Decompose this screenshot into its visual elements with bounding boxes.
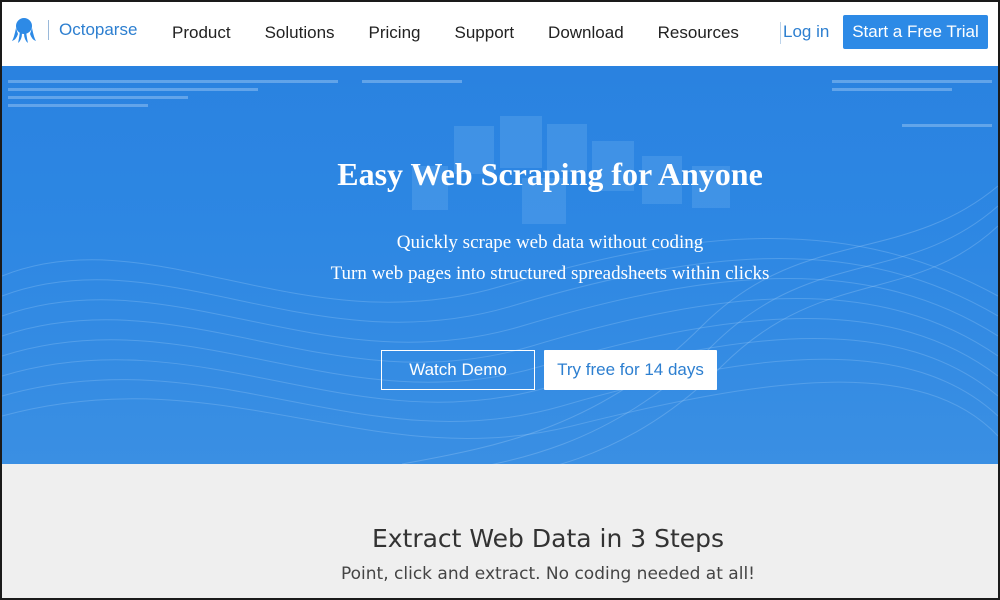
nav-link-pricing[interactable]: Pricing — [369, 23, 421, 43]
top-navbar: Octoparse Product Solutions Pricing Supp… — [2, 2, 998, 66]
nav-links: Product Solutions Pricing Support Downlo… — [157, 2, 773, 64]
hero-subtitle-line1: Quickly scrape web data without coding — [396, 232, 704, 253]
steps-section: Extract Web Data in 3 Steps Point, click… — [2, 464, 998, 598]
nav-link-solutions[interactable]: Solutions — [265, 23, 335, 43]
nav-link-download[interactable]: Download — [548, 23, 624, 43]
steps-title: Extract Web Data in 3 Steps — [371, 524, 725, 553]
start-free-trial-button[interactable]: Start a Free Trial — [843, 15, 988, 49]
hero-title: Easy Web Scraping for Anyone — [337, 156, 763, 192]
nav-link-support[interactable]: Support — [455, 23, 515, 43]
octopus-logo-icon — [12, 18, 36, 43]
hero-section: Easy Web Scraping for Anyone Quickly scr… — [2, 66, 998, 464]
nav-link-resources[interactable]: Resources — [658, 23, 739, 43]
steps-subtitle: Point, click and extract. No coding need… — [341, 564, 755, 584]
hero-subtitle-line2: Turn web pages into structured spreadshe… — [330, 263, 770, 284]
login-link[interactable]: Log in — [783, 22, 829, 42]
try-free-button[interactable]: Try free for 14 days — [544, 350, 717, 390]
page-frame: Octoparse Product Solutions Pricing Supp… — [0, 0, 1000, 600]
watch-demo-button[interactable]: Watch Demo — [381, 350, 535, 390]
logo[interactable]: Octoparse — [10, 16, 137, 44]
nav-divider — [780, 22, 781, 44]
logo-separator — [48, 20, 49, 40]
nav-link-product[interactable]: Product — [172, 23, 231, 43]
logo-text: Octoparse — [59, 20, 138, 39]
